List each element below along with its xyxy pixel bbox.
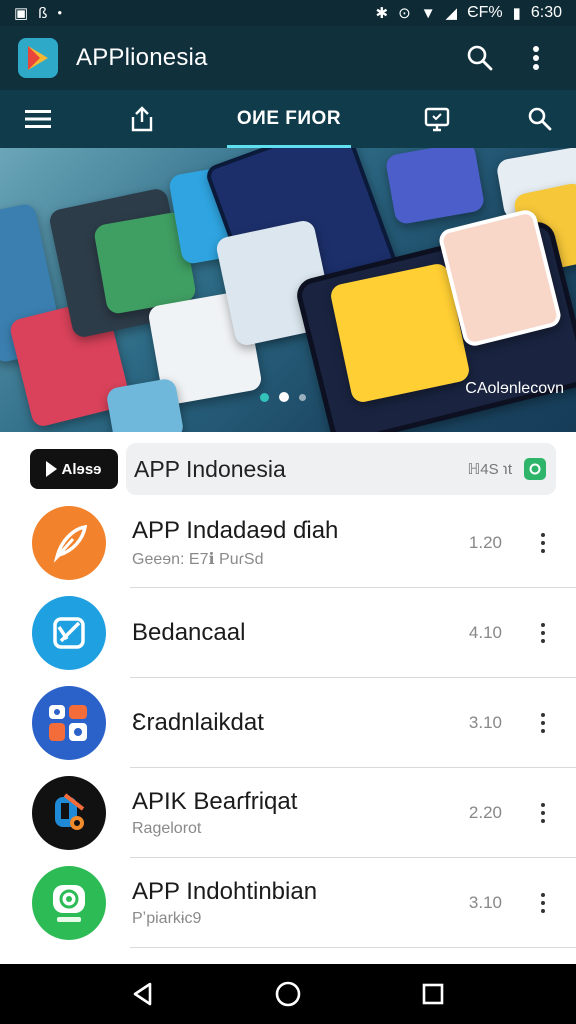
share-icon xyxy=(132,106,153,132)
system-nav-bar xyxy=(0,964,576,1024)
featured-row[interactable]: Alɘsɘ APP Indonesia ℍ4S ℩t xyxy=(0,440,576,498)
recents-button[interactable] xyxy=(409,970,457,1018)
divider xyxy=(130,947,576,948)
status-left: ▣ ß ● xyxy=(14,6,62,21)
app-icon-feather xyxy=(32,506,106,580)
vibrate-icon: ⊙ xyxy=(398,4,411,22)
tab-featured-label: OИE FИOR xyxy=(236,108,342,129)
item-text: Bedancaal xyxy=(132,619,469,647)
app-icon-edit xyxy=(32,596,106,670)
play-store-icon[interactable] xyxy=(18,38,58,78)
list-item[interactable]: APP Indohtinbian Pʼpiarkɨc9 3.10 xyxy=(0,858,576,948)
item-more-button[interactable] xyxy=(528,883,558,923)
bluetooth-icon: ✱ xyxy=(375,4,389,22)
item-rating: 4.10 xyxy=(468,623,502,642)
item-rating: 1.20 xyxy=(468,533,502,552)
carousel-dot[interactable] xyxy=(299,393,306,401)
more-vert-icon xyxy=(533,46,539,70)
wifi-icon: ▼ xyxy=(420,4,436,22)
item-more-button[interactable] xyxy=(528,613,558,653)
item-text: APIK Beaɾfriqat Ragelorot xyxy=(132,788,469,838)
play-icon xyxy=(46,461,58,477)
item-text: APP Indohtinbian Pʼpiarkɨc9 xyxy=(132,878,469,928)
tab-bar: OИE FИOR xyxy=(0,90,576,148)
back-button[interactable] xyxy=(119,970,167,1018)
item-more-button[interactable] xyxy=(528,793,558,833)
list-item[interactable]: APIK Beaɾfriqat Ragelorot 2.20 xyxy=(0,768,576,858)
sim-icon: ▣ xyxy=(14,4,29,22)
item-sub: Pʼpiarkɨc9 xyxy=(132,910,202,927)
list-item[interactable]: Ɛradnlaikdat 3.10 xyxy=(0,678,576,768)
featured-title: APP Indonesia xyxy=(134,455,286,482)
tab-menu[interactable] xyxy=(24,90,52,148)
item-rating: 3.10 xyxy=(468,713,502,732)
overflow-menu-button[interactable] xyxy=(514,36,558,80)
item-more-button[interactable] xyxy=(528,703,558,743)
notification-icon: ß xyxy=(38,4,48,22)
banner-tile xyxy=(384,148,486,226)
recents-icon xyxy=(423,983,444,1005)
tab-share[interactable] xyxy=(129,90,155,148)
check-badge-icon[interactable] xyxy=(524,458,546,480)
featured-meta: ℍ4S ℩t xyxy=(467,461,512,478)
app-icon-pen xyxy=(32,776,106,850)
carousel-dots[interactable] xyxy=(260,392,306,402)
home-button[interactable] xyxy=(264,970,312,1018)
app-list: APP Indadaɘd ɗiah Geeɘn: E7ℹ PuɾSd 1.20 … xyxy=(0,498,576,948)
tab-search[interactable] xyxy=(528,90,552,148)
featured-logo-text: Alɘsɘ xyxy=(61,460,102,478)
status-bar: ▣ ß ● ✱ ⊙ ▼ ◢ ЄF% ▮ 6:30 xyxy=(0,0,576,26)
back-icon xyxy=(133,982,151,1006)
featured-logo: Alɘsɘ xyxy=(30,449,118,489)
menu-icon xyxy=(25,110,51,128)
banner-caption: CAolɘnlecovn xyxy=(465,380,564,397)
status-right: ✱ ⊙ ▼ ◢ ЄF% ▮ 6:30 xyxy=(376,4,562,22)
item-text: Ɛradnlaikdat xyxy=(132,709,469,737)
search-button[interactable] xyxy=(458,36,502,80)
monitor-icon xyxy=(424,107,449,132)
search-icon xyxy=(528,107,552,131)
app-bar: APPlionesia xyxy=(0,26,576,90)
item-name: Bedancaal xyxy=(132,619,246,646)
clock: 6:30 xyxy=(530,4,562,21)
signal-icon: ◢ xyxy=(445,4,458,22)
featured-card[interactable]: APP Indonesia ℍ4S ℩t xyxy=(126,443,556,495)
app-title: APPlionesia xyxy=(76,44,208,71)
app-icon-chat xyxy=(32,866,106,940)
battery-text: ЄF% xyxy=(467,4,503,21)
item-name: Ɛradnlaikdat xyxy=(132,709,264,736)
item-rating: 3.10 xyxy=(468,893,502,912)
item-text: APP Indadaɘd ɗiah Geeɘn: E7ℹ PuɾSd xyxy=(132,517,469,569)
tab-devices[interactable] xyxy=(423,90,451,148)
home-icon xyxy=(275,981,301,1007)
item-name: APIK Beaɾfriqat xyxy=(132,788,298,815)
item-sub: Geeɘn: E7ℹ PuɾSd xyxy=(132,551,264,568)
app-icon-pattern xyxy=(32,686,106,760)
carousel-dot-active[interactable] xyxy=(279,392,289,402)
item-name: APP Indadaɘd ɗiah xyxy=(132,517,339,544)
item-rating: 2.20 xyxy=(468,803,502,822)
item-sub: Ragelorot xyxy=(132,820,202,837)
item-name: APP Indohtinbian xyxy=(132,878,318,905)
list-item[interactable]: APP Indadaɘd ɗiah Geeɘn: E7ℹ PuɾSd 1.20 xyxy=(0,498,576,588)
carousel-dot[interactable] xyxy=(260,392,269,402)
dot-icon: ● xyxy=(57,8,63,17)
tab-featured[interactable]: OИE FИOR xyxy=(226,90,352,148)
item-more-button[interactable] xyxy=(528,523,558,563)
list-item[interactable]: Bedancaal 4.10 xyxy=(0,588,576,678)
search-icon xyxy=(467,45,493,71)
promo-banner[interactable]: CAolɘnlecovn xyxy=(0,148,576,432)
battery-icon: ▮ xyxy=(512,4,521,22)
